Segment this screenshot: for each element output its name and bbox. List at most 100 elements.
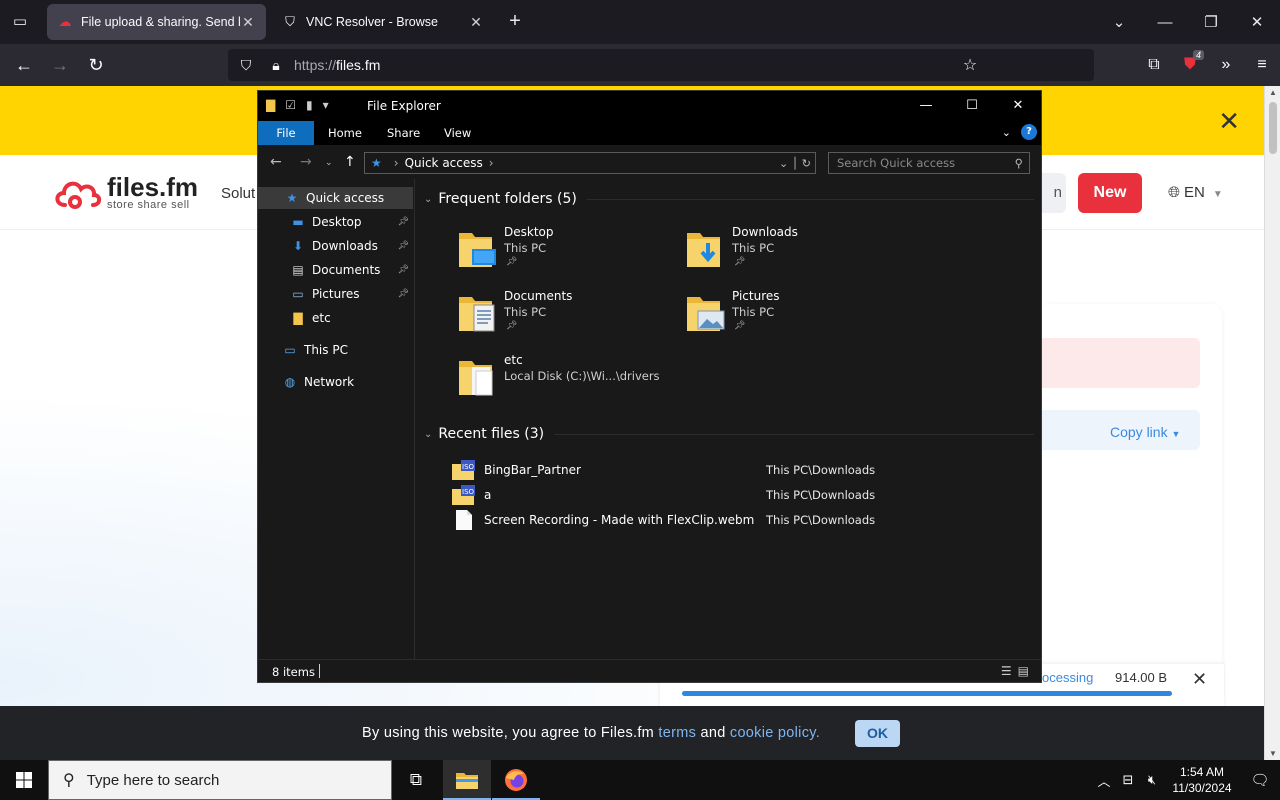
scroll-thumb[interactable] xyxy=(1269,102,1277,154)
tab-vnc-resolver[interactable]: ⛉ VNC Resolver - Browse ✕ xyxy=(272,4,494,40)
network-tray-icon[interactable]: ⊟ xyxy=(1116,772,1140,788)
task-view-icon[interactable]: ⧉ xyxy=(392,760,440,800)
back-icon[interactable]: ← xyxy=(12,53,36,77)
close-upload-icon[interactable]: ✕ xyxy=(1192,669,1207,690)
explorer-back-icon[interactable]: ← xyxy=(270,154,282,170)
nav-desktop[interactable]: ▬ Desktop 📌︎ xyxy=(258,211,413,233)
bookmark-star-icon[interactable]: ☆ xyxy=(952,55,988,75)
pin-icon[interactable]: 📌︎ xyxy=(398,265,409,275)
login-button[interactable]: n xyxy=(1038,173,1066,213)
pin-icon[interactable]: 📌︎ xyxy=(398,241,409,251)
restore-icon[interactable]: ❐ xyxy=(1188,13,1234,31)
up-icon[interactable]: ↑ xyxy=(344,154,356,170)
properties-icon[interactable]: ☑ xyxy=(285,98,296,112)
page-scrollbar[interactable]: ▲ ▼ xyxy=(1264,86,1280,760)
ublock-badge: 4 xyxy=(1192,50,1204,60)
status-divider xyxy=(319,664,320,678)
scroll-up-icon[interactable]: ▲ xyxy=(1265,88,1280,97)
language-selector[interactable]: 🌐︎ EN ▼ xyxy=(1168,184,1223,201)
firefox-icon xyxy=(505,769,527,791)
recent-file-row[interactable]: ISO BingBar_Partner This PC\Downloads xyxy=(452,459,1032,481)
nav-quick-access[interactable]: ★ Quick access xyxy=(258,187,413,209)
reload-icon[interactable]: ↻ xyxy=(84,53,108,77)
ribbon-tab-share[interactable]: Share xyxy=(373,121,434,145)
files-fm-logo[interactable]: files.fm store share sell xyxy=(53,174,198,211)
nav-etc[interactable]: ▇ etc xyxy=(258,307,413,329)
forward-icon[interactable]: → xyxy=(48,53,72,77)
cookie-ok-button[interactable]: OK xyxy=(855,720,900,747)
explorer-maximize-icon[interactable]: ☐ xyxy=(949,91,995,121)
taskbar-file-explorer-icon[interactable] xyxy=(443,760,491,800)
start-button[interactable] xyxy=(0,760,48,800)
explorer-search-input[interactable]: Search Quick access ⚲ xyxy=(828,152,1030,174)
taskbar-firefox-icon[interactable] xyxy=(492,760,540,800)
nav-this-pc[interactable]: ▭ This PC xyxy=(258,339,413,361)
show-hidden-icons-chevron-icon[interactable]: ︿ xyxy=(1092,771,1116,790)
volume-muted-icon[interactable]: 🔇︎ xyxy=(1140,772,1164,788)
folder-tile-downloads[interactable]: Downloads This PC 📌︎ xyxy=(686,225,896,285)
tab-file-upload[interactable]: ☁ File upload & sharing. Send large file… xyxy=(47,4,266,40)
ublock-icon[interactable]: ⛊ 4 xyxy=(1172,50,1208,74)
nav-label: Pictures xyxy=(312,287,360,301)
terms-link[interactable]: terms xyxy=(658,725,696,741)
new-folder-icon[interactable]: ▮ xyxy=(306,98,313,112)
collapse-chevron-icon[interactable]: ⌄ xyxy=(424,429,432,440)
frequent-folders-header[interactable]: ⌄ Frequent folders (5) xyxy=(424,191,1034,207)
banner-close-icon[interactable]: ✕ xyxy=(1218,106,1240,137)
close-tab-icon[interactable]: ✕ xyxy=(468,14,484,31)
address-dropdown-refresh-icon[interactable]: ⌄ │ ↻ xyxy=(779,157,811,170)
menu-icon[interactable]: ≡ xyxy=(1244,56,1280,74)
explorer-minimize-icon[interactable]: — xyxy=(903,91,949,121)
quick-access-dropdown-icon[interactable]: ▾ xyxy=(323,98,329,112)
search-placeholder: Type here to search xyxy=(86,771,220,789)
folder-tile-desktop[interactable]: Desktop This PC 📌︎ xyxy=(458,225,668,285)
minimize-icon[interactable]: — xyxy=(1142,14,1188,31)
ribbon-tab-view[interactable]: View xyxy=(430,121,485,145)
close-tab-icon[interactable]: ✕ xyxy=(240,14,256,31)
new-tab-icon[interactable]: + xyxy=(503,10,527,34)
folder-tile-documents[interactable]: Documents This PC 📌︎ xyxy=(458,289,668,349)
ribbon-tab-file[interactable]: File xyxy=(258,121,314,145)
explorer-close-icon[interactable]: ✕ xyxy=(995,91,1041,121)
nav-pictures[interactable]: ▭ Pictures 📌︎ xyxy=(258,283,413,305)
nav-solutions[interactable]: Solut xyxy=(221,185,255,202)
close-window-icon[interactable]: ✕ xyxy=(1234,13,1280,31)
recent-file-row[interactable]: Screen Recording - Made with FlexClip.we… xyxy=(452,509,1032,531)
recent-files-header[interactable]: ⌄ Recent files (3) xyxy=(424,426,1034,442)
explorer-forward-icon[interactable]: → xyxy=(300,154,312,170)
address-box[interactable]: ★ › Quick access › ⌄ │ ↻ xyxy=(364,152,816,174)
pin-icon[interactable]: 📌︎ xyxy=(398,217,409,227)
url-text[interactable]: https://files.fm xyxy=(294,57,380,73)
system-clock[interactable]: 1:54 AM 11/30/2024 xyxy=(1164,764,1240,796)
folder-tile-etc[interactable]: etc Local Disk (C:)\Wi...\drivers xyxy=(458,353,718,413)
file-explorer-window: ▇ ☑ ▮ ▾ File Explorer — ☐ ✕ File Home Sh… xyxy=(257,90,1042,683)
notifications-icon[interactable]: 🗨︎ xyxy=(1240,771,1280,789)
list-all-tabs-icon[interactable]: ▭ xyxy=(8,10,32,34)
explorer-title-bar[interactable]: ▇ ☑ ▮ ▾ File Explorer — ☐ ✕ xyxy=(258,91,1041,121)
collapse-chevron-icon[interactable]: ⌄ xyxy=(424,194,432,205)
folder-name: Documents xyxy=(504,289,573,303)
new-button[interactable]: New xyxy=(1078,173,1142,213)
recent-locations-icon[interactable]: ⌄ xyxy=(325,158,333,168)
pin-icon: 📌︎ xyxy=(506,321,518,331)
more-tools-icon[interactable]: » xyxy=(1208,56,1244,74)
nav-network[interactable]: ◍ Network xyxy=(258,371,413,393)
folder-name: Desktop xyxy=(504,225,554,239)
taskbar-search-input[interactable]: ⚲ Type here to search xyxy=(48,760,392,800)
cookie-policy-link[interactable]: cookie policy. xyxy=(730,725,820,741)
folder-tile-pictures[interactable]: Pictures This PC 📌︎ xyxy=(686,289,896,349)
pin-icon[interactable]: 📌︎ xyxy=(398,289,409,299)
ribbon-tab-home[interactable]: Home xyxy=(314,121,376,145)
view-toggle-icons[interactable]: ☰▤ xyxy=(1001,664,1035,678)
lock-icon[interactable]: 🔒︎ xyxy=(264,57,288,74)
expand-ribbon-icon[interactable]: ⌄ xyxy=(1002,126,1011,139)
help-icon[interactable]: ? xyxy=(1021,124,1037,140)
nav-documents[interactable]: ▤ Documents 📌︎ xyxy=(258,259,413,281)
copy-link-button[interactable]: Copy link ▼ xyxy=(1110,424,1180,440)
tab-overflow-chevron-icon[interactable]: ⌄ xyxy=(1096,13,1142,31)
shield-icon[interactable]: ⛉ xyxy=(234,57,258,74)
extensions-icon[interactable]: ⧉ xyxy=(1136,56,1172,74)
nav-downloads[interactable]: ⬇ Downloads 📌︎ xyxy=(258,235,413,257)
scroll-down-icon[interactable]: ▼ xyxy=(1265,749,1280,758)
recent-file-row[interactable]: ISO a This PC\Downloads xyxy=(452,484,1032,506)
